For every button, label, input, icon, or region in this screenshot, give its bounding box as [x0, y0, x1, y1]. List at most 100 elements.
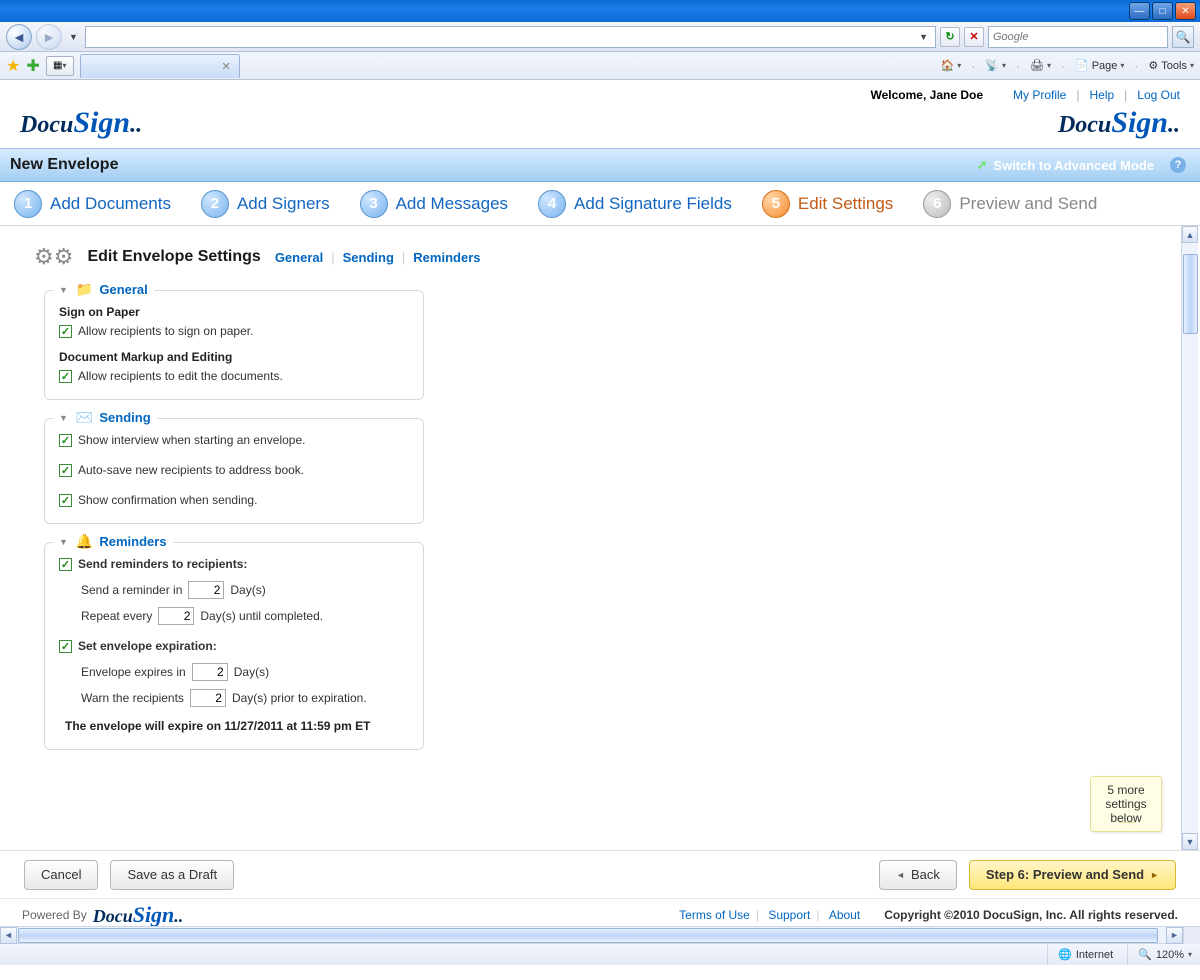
scroll-down-button[interactable]: ▼ — [1182, 833, 1198, 850]
opt-confirm-send: Show confirmation when sending. — [78, 493, 257, 507]
status-zone-internet: 🌐Internet — [1047, 944, 1113, 965]
opt-interview: Show interview when starting an envelope… — [78, 433, 305, 447]
expiration-heading: Set envelope expiration: — [78, 639, 217, 653]
about-link[interactable]: About — [829, 908, 860, 922]
help-link[interactable]: Help — [1089, 88, 1114, 102]
status-zoom[interactable]: 🔍120%▾ — [1127, 944, 1192, 965]
bell-icon: 🔔 — [76, 533, 93, 550]
panel-general: ▼📁General Sign on Paper ✓Allow recipient… — [44, 290, 424, 400]
tab-sending[interactable]: Sending — [343, 250, 394, 265]
tab-general[interactable]: General — [275, 250, 323, 265]
hscroll-left-button[interactable]: ◄ — [0, 927, 17, 944]
page-menu[interactable]: 📄Page▾ — [1075, 59, 1124, 72]
browser-search-box[interactable] — [988, 26, 1168, 48]
window-minimize-button[interactable]: — — [1129, 2, 1150, 20]
globe-icon: 🌐 — [1058, 948, 1072, 961]
help-icon[interactable]: ? — [1170, 157, 1186, 173]
browser-tab[interactable]: ✕ — [80, 54, 240, 78]
zoom-icon: 🔍 — [1138, 948, 1152, 961]
address-dropdown[interactable]: ▼ — [916, 32, 931, 42]
checkbox-interview[interactable]: ✓ — [59, 434, 72, 447]
collapse-icon[interactable]: ▼ — [59, 285, 68, 295]
support-link[interactable]: Support — [768, 908, 810, 922]
copyright-text: Copyright ©2010 DocuSign, Inc. All right… — [884, 908, 1178, 922]
folder-gear-icon: 📁 — [76, 281, 93, 298]
docusign-logo-left: DocuSign.. — [20, 106, 142, 140]
nav-history-dropdown[interactable]: ▼ — [66, 32, 81, 42]
collapse-icon[interactable]: ▼ — [59, 537, 68, 547]
back-button[interactable]: ◄Back — [879, 860, 957, 890]
logout-link[interactable]: Log Out — [1137, 88, 1180, 102]
page-content: Welcome, Jane Doe My Profile | Help | Lo… — [0, 80, 1200, 926]
print-menu[interactable]: 🖨▾ — [1030, 59, 1051, 72]
browser-status-bar: 🌐Internet 🔍120%▾ — [0, 943, 1200, 965]
refresh-button[interactable]: ↻ — [940, 27, 960, 47]
vertical-scrollbar[interactable]: ▲ ▼ — [1181, 226, 1198, 850]
more-settings-callout: 5 more settings below — [1090, 776, 1162, 832]
hscroll-thumb[interactable] — [18, 928, 1158, 943]
tools-menu[interactable]: ⚙Tools▾ — [1148, 59, 1194, 72]
printer-icon: 🖨 — [1030, 59, 1044, 72]
docusign-logo-footer: DocuSign.. — [93, 902, 184, 928]
step-add-messages[interactable]: 3Add Messages — [360, 190, 508, 218]
scroll-corner — [1183, 927, 1200, 944]
cancel-button[interactable]: Cancel — [24, 860, 98, 890]
wizard-steps: 1Add Documents 2Add Signers 3Add Message… — [0, 182, 1200, 226]
tab-close-icon[interactable]: ✕ — [222, 60, 231, 73]
collapse-icon[interactable]: ▼ — [59, 413, 68, 423]
browser-search-go[interactable]: 🔍 — [1172, 26, 1194, 48]
panel-sending: ▼✉️Sending ✓Show interview when starting… — [44, 418, 424, 524]
window-titlebar: — □ ✕ — [0, 0, 1200, 22]
expiration-note: The envelope will expire on 11/27/2011 a… — [65, 719, 409, 733]
quick-tabs-button[interactable]: ▦▾ — [46, 56, 74, 76]
favorites-icon[interactable]: ★ — [6, 56, 20, 76]
browser-search-input[interactable] — [993, 31, 1163, 43]
address-bar[interactable]: ▼ — [85, 26, 936, 48]
home-menu[interactable]: 🏠▾ — [941, 59, 962, 72]
checkbox-autosave[interactable]: ✓ — [59, 464, 72, 477]
step-add-signature-fields[interactable]: 4Add Signature Fields — [538, 190, 732, 218]
address-input[interactable] — [90, 30, 916, 44]
expire-days-input[interactable] — [192, 663, 228, 681]
horizontal-scrollbar[interactable]: ◄ ► — [0, 926, 1200, 943]
hscroll-right-button[interactable]: ► — [1166, 927, 1183, 944]
opt-markup: Allow recipients to edit the documents. — [78, 369, 283, 383]
browser-nav-toolbar: ◄ ► ▼ ▼ ↻ ✕ 🔍 — [0, 22, 1200, 52]
warn-days-input[interactable] — [190, 689, 226, 707]
checkbox-sign-on-paper[interactable]: ✓ — [59, 325, 72, 338]
step-add-documents[interactable]: 1Add Documents — [14, 190, 171, 218]
rss-icon: 📡 — [985, 59, 999, 72]
next-step-button[interactable]: Step 6: Preview and Send► — [969, 860, 1176, 890]
page-title: New Envelope — [10, 156, 118, 174]
settings-gears-icon: ⚙⚙ — [34, 244, 73, 270]
switch-advanced-link[interactable]: Switch to Advanced Mode — [993, 158, 1154, 173]
docusign-logo-right: DocuSign.. — [1058, 106, 1180, 140]
switch-mode-icon: ➚ — [977, 157, 988, 173]
checkbox-send-reminders[interactable]: ✓ — [59, 558, 72, 571]
repeat-days-input[interactable] — [158, 607, 194, 625]
checkbox-confirm-send[interactable]: ✓ — [59, 494, 72, 507]
envelope-icon: ✉️ — [76, 409, 93, 426]
save-draft-button[interactable]: Save as a Draft — [110, 860, 234, 890]
scroll-thumb[interactable] — [1183, 254, 1198, 334]
checkbox-expiration[interactable]: ✓ — [59, 640, 72, 653]
window-maximize-button[interactable]: □ — [1152, 2, 1173, 20]
scroll-up-button[interactable]: ▲ — [1182, 226, 1198, 243]
terms-link[interactable]: Terms of Use — [679, 908, 750, 922]
step-edit-settings[interactable]: 5Edit Settings — [762, 190, 893, 218]
stop-button[interactable]: ✕ — [964, 27, 984, 47]
nav-back-button[interactable]: ◄ — [6, 24, 32, 50]
nav-forward-button[interactable]: ► — [36, 24, 62, 50]
feeds-menu[interactable]: 📡▾ — [985, 59, 1006, 72]
page-icon: 📄 — [1075, 59, 1089, 72]
step-preview-send[interactable]: 6Preview and Send — [923, 190, 1097, 218]
checkbox-markup[interactable]: ✓ — [59, 370, 72, 383]
reminder-days-input[interactable] — [188, 581, 224, 599]
tab-reminders[interactable]: Reminders — [413, 250, 480, 265]
add-favorite-icon[interactable]: ✚ — [26, 56, 39, 76]
opt-autosave: Auto-save new recipients to address book… — [78, 463, 304, 477]
my-profile-link[interactable]: My Profile — [1013, 88, 1066, 102]
window-close-button[interactable]: ✕ — [1175, 2, 1196, 20]
step-add-signers[interactable]: 2Add Signers — [201, 190, 330, 218]
opt-sign-on-paper: Allow recipients to sign on paper. — [78, 324, 253, 338]
